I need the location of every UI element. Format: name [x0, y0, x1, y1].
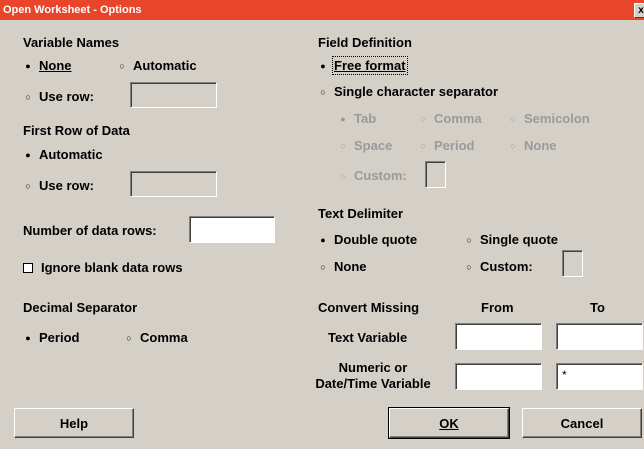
radio-label: Period — [434, 138, 475, 153]
cancel-button-label: Cancel — [560, 415, 604, 431]
radio-unselected-icon: ○ — [420, 140, 426, 151]
numeric-label-line2: Date/Time Variable — [315, 376, 431, 391]
radio-label: Single character separator — [334, 84, 499, 99]
checkbox-unchecked-icon — [23, 262, 33, 273]
delim-none-radio[interactable]: ○ None — [318, 259, 367, 274]
text-variable-from-input[interactable] — [455, 323, 542, 350]
open-worksheet-options-dialog: Open Worksheet - Options x Variable Name… — [0, 0, 644, 449]
text-variable-to-input[interactable] — [556, 323, 643, 350]
radio-unselected-icon: ○ — [119, 60, 125, 71]
sep-tab-radio[interactable]: ● Tab — [338, 111, 376, 126]
delim-custom-input[interactable] — [562, 250, 583, 277]
radio-selected-icon: ● — [25, 332, 31, 343]
title-bar: Open Worksheet - Options x — [0, 0, 644, 20]
numeric-variable-to-input[interactable]: * — [556, 363, 643, 390]
radio-label: Tab — [354, 111, 377, 126]
single-quote-radio[interactable]: ○ Single quote — [464, 232, 558, 247]
decimal-comma-radio[interactable]: ○ Comma — [124, 330, 188, 345]
decimal-separator-heading: Decimal Separator — [23, 300, 138, 315]
help-button-label: Help — [59, 415, 89, 431]
radio-label: Comma — [434, 111, 482, 126]
radio-label: Use row: — [39, 89, 94, 104]
radio-unselected-icon: ○ — [25, 91, 31, 102]
radio-selected-icon: ● — [320, 60, 326, 71]
radio-label: None — [39, 58, 72, 73]
sep-custom-radio[interactable]: ○ Custom: — [338, 168, 407, 183]
num-rows-label: Number of data rows: — [23, 223, 157, 238]
convert-missing-heading: Convert Missing — [318, 300, 420, 315]
radio-unselected-icon: ○ — [466, 234, 472, 245]
firstrow-automatic-radio[interactable]: ● Automatic — [23, 147, 103, 162]
radio-unselected-icon: ○ — [340, 170, 346, 181]
from-column-heading: From — [481, 300, 514, 315]
radio-unselected-icon: ○ — [320, 261, 326, 272]
radio-unselected-icon: ○ — [510, 113, 516, 124]
radio-unselected-icon: ○ — [126, 332, 132, 343]
varnames-use-row-radio[interactable]: ○ Use row: — [23, 89, 94, 104]
sep-custom-input[interactable] — [425, 161, 446, 188]
radio-label: Double quote — [334, 232, 418, 247]
radio-label: None — [524, 138, 557, 153]
variable-names-heading: Variable Names — [23, 35, 120, 50]
radio-label: Automatic — [133, 58, 197, 73]
varnames-automatic-radio[interactable]: ○ Automatic — [117, 58, 197, 73]
radio-label: Semicolon — [524, 111, 590, 126]
num-rows-input[interactable] — [189, 216, 275, 243]
cancel-button[interactable]: Cancel — [522, 408, 642, 438]
sep-semicolon-radio[interactable]: ○ Semicolon — [508, 111, 590, 126]
single-char-separator-radio[interactable]: ○ Single character separator — [318, 84, 498, 99]
decimal-period-radio[interactable]: ● Period — [23, 330, 79, 345]
varnames-use-row-input[interactable] — [130, 82, 217, 108]
radio-label: Single quote — [480, 232, 558, 247]
varnames-none-radio[interactable]: ● None — [23, 58, 72, 73]
field-definition-heading: Field Definition — [318, 35, 412, 50]
radio-selected-icon: ● — [340, 113, 346, 124]
text-delimiter-heading: Text Delimiter — [318, 206, 404, 221]
radio-label: Period — [39, 330, 80, 345]
sep-comma-radio[interactable]: ○ Comma — [418, 111, 482, 126]
checkbox-label: Ignore blank data rows — [41, 260, 183, 275]
numeric-variable-from-input[interactable] — [455, 363, 542, 390]
sep-none-radio[interactable]: ○ None — [508, 138, 557, 153]
radio-label: Use row: — [39, 178, 94, 193]
radio-unselected-icon: ○ — [340, 140, 346, 151]
delim-custom-radio[interactable]: ○ Custom: — [464, 259, 533, 274]
close-icon[interactable]: x — [634, 3, 644, 18]
ok-button-label: OK — [439, 415, 459, 431]
numeric-label-line1: Numeric or — [338, 360, 408, 375]
text-variable-label: Text Variable — [328, 330, 408, 345]
window-title: Open Worksheet - Options — [3, 4, 142, 16]
radio-unselected-icon: ○ — [420, 113, 426, 124]
radio-label: Free format — [332, 56, 408, 75]
radio-unselected-icon: ○ — [25, 180, 31, 191]
radio-label: Custom: — [480, 259, 533, 274]
ok-button[interactable]: OK — [388, 407, 510, 439]
radio-label: Comma — [140, 330, 188, 345]
radio-selected-icon: ● — [25, 60, 31, 71]
double-quote-radio[interactable]: ● Double quote — [318, 232, 417, 247]
to-column-heading: To — [590, 300, 605, 315]
sep-space-radio[interactable]: ○ Space — [338, 138, 392, 153]
help-button[interactable]: Help — [14, 408, 134, 438]
radio-selected-icon: ● — [320, 234, 326, 245]
first-row-heading: First Row of Data — [23, 123, 130, 138]
input-value: * — [562, 368, 567, 382]
sep-period-radio[interactable]: ○ Period — [418, 138, 474, 153]
radio-label: Space — [354, 138, 393, 153]
firstrow-use-row-radio[interactable]: ○ Use row: — [23, 178, 94, 193]
free-format-radio[interactable]: ● Free format — [318, 56, 408, 75]
ignore-blank-checkbox[interactable]: Ignore blank data rows — [23, 260, 183, 275]
radio-selected-icon: ● — [25, 149, 31, 160]
radio-unselected-icon: ○ — [320, 86, 326, 97]
radio-label: None — [334, 259, 367, 274]
radio-label: Custom: — [354, 168, 407, 183]
radio-unselected-icon: ○ — [466, 261, 472, 272]
radio-label: Automatic — [39, 147, 103, 162]
numeric-variable-label: Numeric or Date/Time Variable — [304, 360, 442, 392]
radio-unselected-icon: ○ — [510, 140, 516, 151]
firstrow-use-row-input[interactable] — [130, 171, 217, 197]
